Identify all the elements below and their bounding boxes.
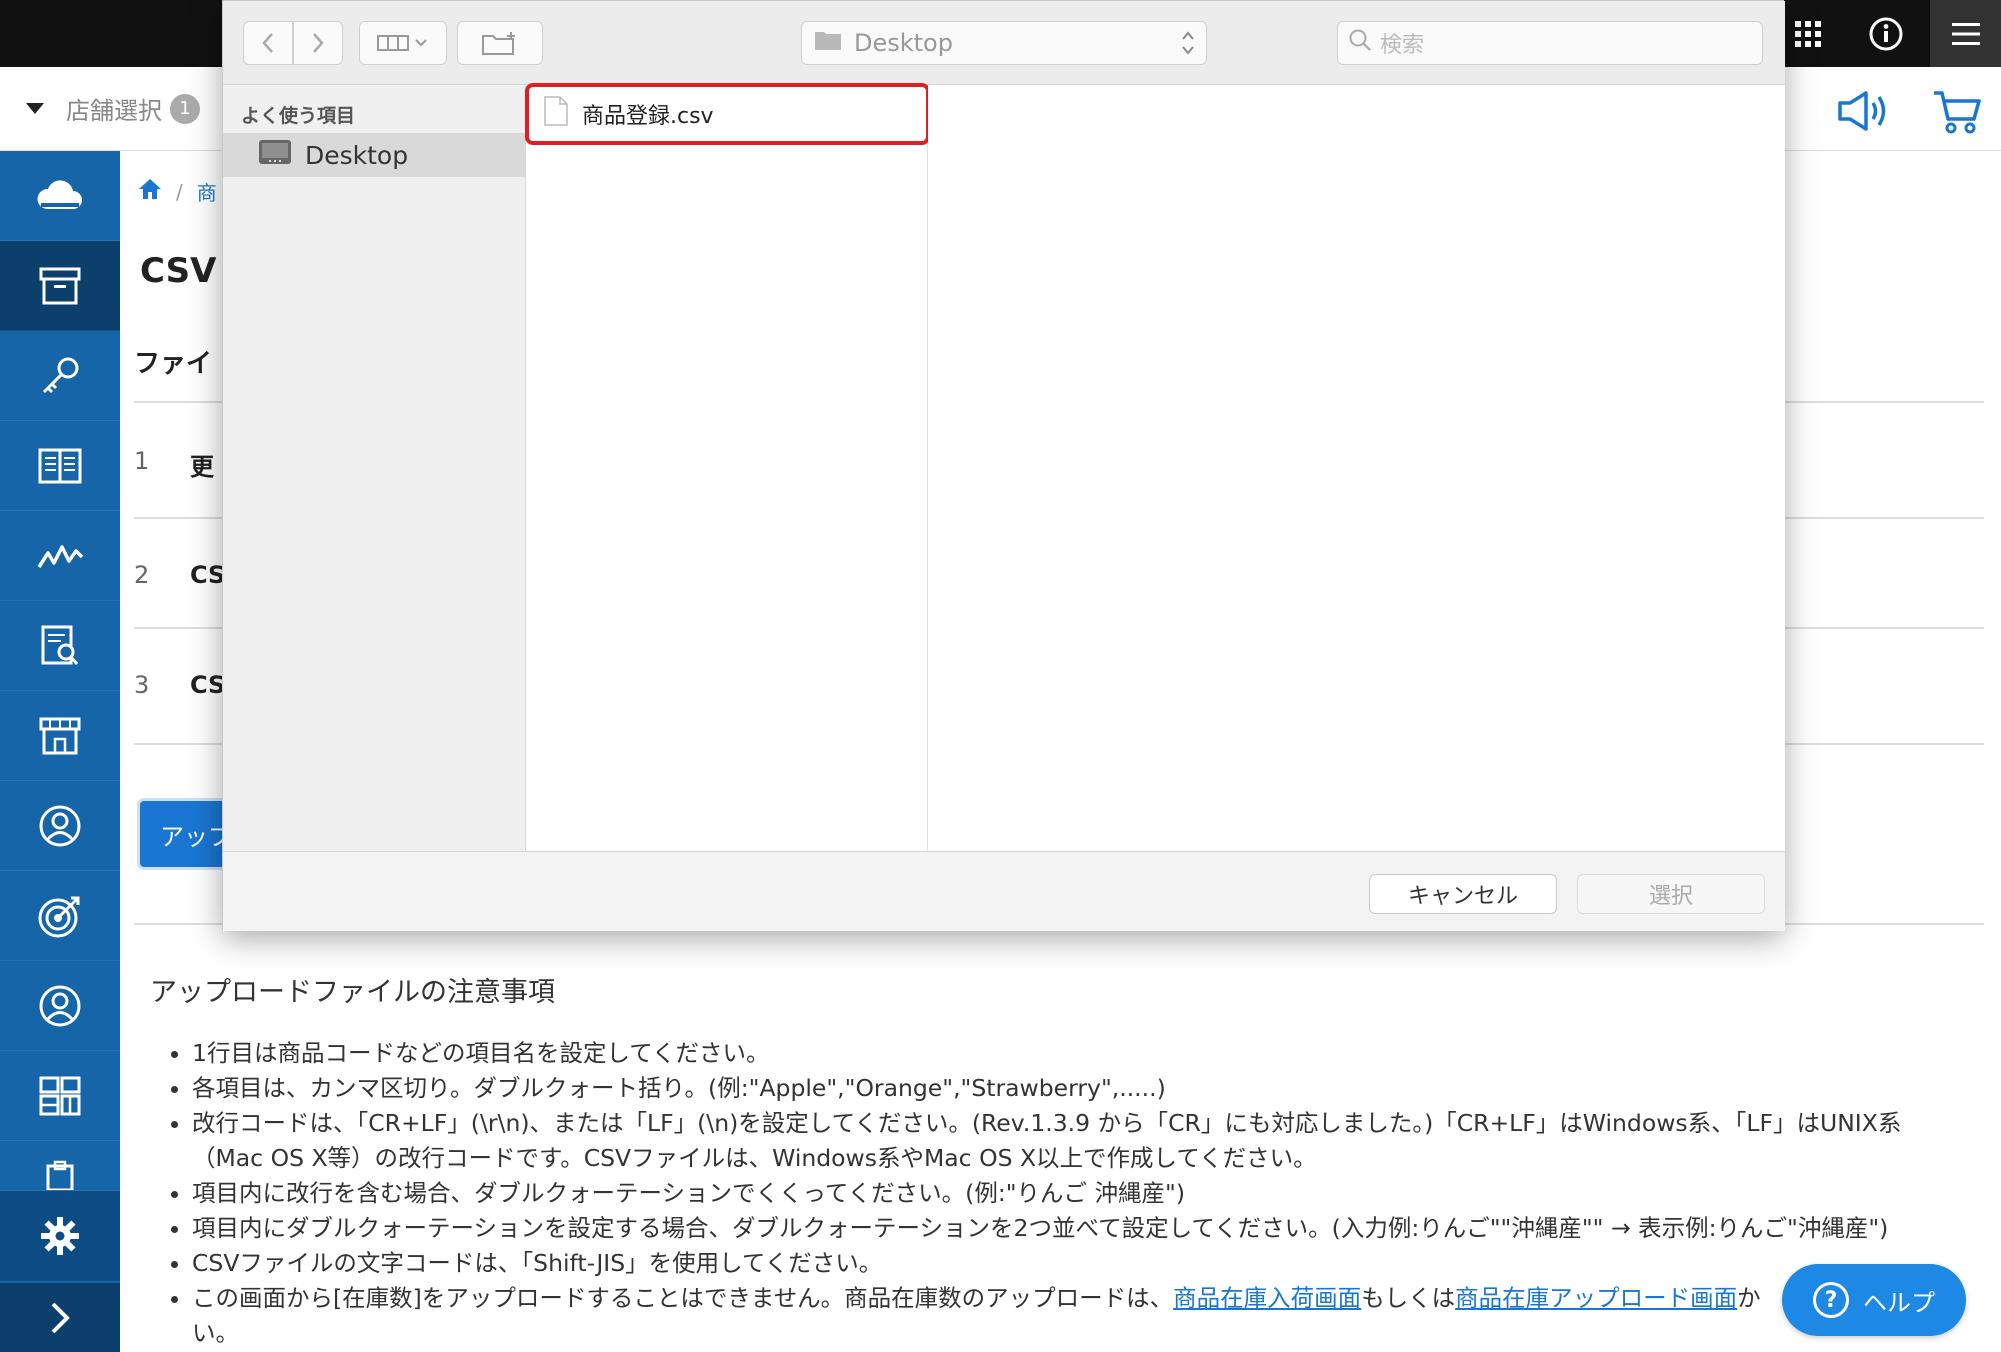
sidebar-item-desktop[interactable]: Desktop	[223, 133, 526, 177]
store-icon[interactable]	[0, 691, 120, 781]
store-count-badge: 1	[170, 93, 200, 124]
breadcrumb-separator: /	[176, 179, 183, 204]
home-icon[interactable]	[138, 178, 162, 205]
member-icon[interactable]	[0, 961, 120, 1051]
list-item: CSVファイルの文字コードは、「Shift-JIS」を使用してください。	[192, 1246, 1968, 1281]
question-icon: ?	[1813, 1282, 1849, 1318]
search-icon	[1348, 28, 1372, 58]
step-row: 2 CS	[134, 561, 226, 589]
cart-icon[interactable]	[1932, 89, 1982, 134]
dialog-toolbar: Desktop 検索	[223, 1, 1785, 85]
left-sidebar	[0, 151, 120, 1352]
key-icon[interactable]	[0, 331, 120, 421]
megaphone-icon[interactable]	[1836, 89, 1892, 133]
help-label: ヘルプ	[1863, 1288, 1935, 1317]
store-selector[interactable]: 店舗選択 1	[26, 91, 200, 126]
select-button[interactable]: 選択	[1577, 874, 1765, 914]
list-item: 各項目は、カンマ区切り。ダブルクォート括り。(例:"Apple","Orange…	[192, 1071, 1968, 1106]
view-mode-button[interactable]	[359, 21, 447, 65]
dialog-sidebar: よく使う項目 Desktop	[223, 85, 526, 851]
forward-button[interactable]	[293, 21, 343, 65]
archive-box-icon[interactable]	[0, 241, 120, 331]
search-placeholder: 検索	[1380, 33, 1425, 58]
step-row: 1 更	[134, 447, 214, 481]
column-view-icon	[377, 35, 427, 51]
search-field[interactable]: 検索	[1337, 21, 1763, 65]
list-item: 項目内に改行を含む場合、ダブルクォーテーションでくくってください。(例:"りんご…	[192, 1176, 1968, 1211]
settings-gear-icon[interactable]	[0, 1191, 120, 1281]
notes-list: 1行目は商品コードなどの項目名を設定してください。 各項目は、カンマ区切り。ダブ…	[158, 1036, 1968, 1351]
book-icon[interactable]	[0, 421, 120, 511]
breadcrumb-link[interactable]: 商	[197, 177, 217, 206]
analytics-icon[interactable]	[0, 511, 120, 601]
new-folder-button[interactable]	[457, 21, 543, 65]
preview-column	[928, 85, 1785, 851]
file-column: 商品登録.csv	[526, 85, 928, 851]
clipboard-icon[interactable]	[0, 1141, 120, 1191]
dashboard-grid-icon[interactable]	[0, 1051, 120, 1141]
stock-arrival-link[interactable]: 商品在庫入荷画面	[1173, 1284, 1361, 1312]
cloud-icon[interactable]	[0, 151, 120, 241]
list-item: この画面から[在庫数]をアップロードすることはできません。商品在庫数のアップロー…	[192, 1281, 1968, 1351]
list-item: 改行コードは、「CR+LF」(\r\n)、または「LF」(\n)を設定してくださ…	[192, 1106, 1968, 1176]
location-popup[interactable]: Desktop	[801, 21, 1207, 65]
notes-title: アップロードファイルの注意事項	[150, 977, 555, 1008]
highlight-annotation	[525, 83, 930, 145]
store-selector-label: 店舗選択	[66, 97, 162, 125]
info-icon[interactable]	[1858, 0, 1914, 67]
page-title: CSV	[140, 251, 217, 291]
desktop-icon	[257, 138, 293, 172]
apps-grid-icon[interactable]	[1780, 0, 1836, 67]
location-label: Desktop	[854, 29, 953, 57]
chevron-left-icon	[262, 33, 273, 53]
target-icon[interactable]	[0, 871, 120, 961]
back-button[interactable]	[243, 21, 293, 65]
expand-chevron-icon[interactable]	[0, 1283, 120, 1352]
updown-chevron-icon	[1180, 28, 1196, 64]
chevron-right-icon	[313, 33, 324, 53]
help-button[interactable]: ? ヘルプ	[1782, 1264, 1966, 1336]
list-item: 1行目は商品コードなどの項目名を設定してください。	[192, 1036, 1968, 1071]
section-title: ファイ	[134, 349, 213, 379]
folder-icon	[814, 29, 842, 57]
breadcrumb: / 商	[138, 177, 217, 206]
stock-upload-link[interactable]: 商品在庫アップロード画面	[1455, 1284, 1737, 1312]
file-open-dialog: Desktop 検索 よく使う項目 Desktop 商品登録.csv キャンセル…	[222, 0, 1785, 931]
favorites-header: よく使う項目	[241, 105, 356, 127]
new-folder-icon	[482, 32, 515, 55]
step-row: 3 CS	[134, 671, 226, 699]
dialog-footer: キャンセル 選択	[223, 851, 1785, 931]
report-icon[interactable]	[0, 601, 120, 691]
hamburger-menu-icon[interactable]	[1930, 0, 2001, 67]
user-circle-icon[interactable]	[0, 781, 120, 871]
list-item: 項目内にダブルクォーテーションを設定する場合、ダブルクォーテーションを2つ並べて…	[192, 1211, 1968, 1246]
caret-down-icon	[26, 103, 44, 114]
cancel-button[interactable]: キャンセル	[1369, 874, 1557, 914]
sidebar-item-label: Desktop	[305, 140, 409, 170]
